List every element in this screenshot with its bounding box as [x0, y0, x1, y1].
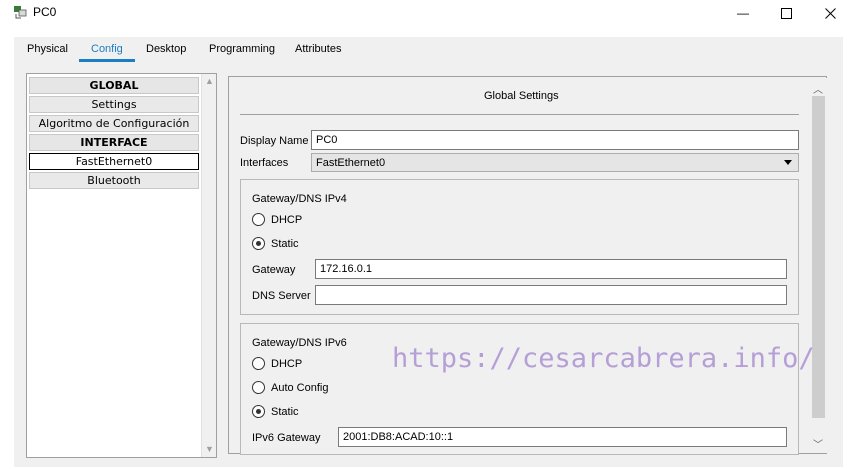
interfaces-label: Interfaces: [240, 157, 289, 169]
interfaces-select[interactable]: FastEthernet0: [311, 153, 799, 172]
ipv4-dhcp-label[interactable]: DHCP: [271, 214, 302, 226]
dns-server-input[interactable]: [315, 285, 787, 305]
tab-desktop[interactable]: Desktop: [146, 43, 186, 55]
gateway-label: Gateway: [252, 264, 296, 276]
display-name-label: Display Name: [240, 135, 309, 147]
ipv6-static-radio[interactable]: [252, 405, 265, 418]
tab-bar: Physical Config Desktop Programming Attr…: [14, 37, 843, 62]
dns-server-label: DNS Server: [252, 290, 311, 302]
watermark-text: https://cesarcabrera.info/: [392, 343, 815, 374]
divider: [240, 114, 799, 115]
sidebar-item-settings[interactable]: Settings: [29, 96, 199, 113]
tab-attributes[interactable]: Attributes: [295, 43, 341, 55]
scroll-down-icon[interactable]: ▼: [205, 444, 214, 454]
section-title: Global Settings: [484, 90, 559, 102]
ipv6-gateway-input[interactable]: 2001:DB8:ACAD:10::1: [338, 427, 787, 447]
sidebar-scrollbar[interactable]: ▲ ▼: [201, 74, 216, 457]
sidebar-item-fastethernet0[interactable]: FastEthernet0: [29, 153, 199, 170]
sidebar-item-algorithm[interactable]: Algoritmo de Configuración: [29, 115, 199, 132]
ipv6-group-title: Gateway/DNS IPv6: [252, 337, 347, 349]
minimize-button[interactable]: —: [720, 0, 766, 26]
scroll-up-icon[interactable]: ︿: [813, 81, 823, 96]
sidebar-header-global: GLOBAL: [29, 77, 199, 94]
ipv6-dhcp-label[interactable]: DHCP: [271, 358, 302, 370]
window-title: PC0: [33, 5, 57, 19]
tab-programming[interactable]: Programming: [209, 43, 275, 55]
close-icon: [824, 7, 836, 19]
tab-config[interactable]: Config: [91, 43, 123, 55]
tab-physical[interactable]: Physical: [27, 43, 68, 55]
ipv6-dhcp-radio[interactable]: [252, 357, 265, 370]
ipv6-gateway-label: IPv6 Gateway: [252, 432, 321, 444]
ipv4-dhcp-radio[interactable]: [252, 213, 265, 226]
ipv4-static-label[interactable]: Static: [271, 238, 299, 250]
ipv6-auto-config-radio[interactable]: [252, 381, 265, 394]
minimize-icon: —: [737, 6, 749, 20]
sidebar-header-interface: INTERFACE: [29, 134, 199, 151]
interfaces-select-value: FastEthernet0: [316, 157, 386, 169]
ipv6-static-label[interactable]: Static: [271, 406, 299, 418]
ipv4-group-title: Gateway/DNS IPv4: [252, 193, 347, 205]
ipv6-auto-config-label[interactable]: Auto Config: [271, 382, 328, 394]
ipv4-static-radio[interactable]: [252, 237, 265, 250]
title-bar: PC0 —: [0, 0, 847, 26]
gateway-input[interactable]: 172.16.0.1: [315, 259, 787, 279]
close-button[interactable]: [807, 0, 847, 26]
chevron-down-icon: [784, 160, 792, 165]
packet-tracer-pc-icon: [14, 6, 27, 19]
maximize-icon: [780, 7, 792, 19]
settings-scrollbar[interactable]: ︿ ﹀: [810, 78, 827, 453]
scroll-down-icon[interactable]: ﹀: [813, 436, 823, 451]
scroll-up-icon[interactable]: ▲: [205, 76, 214, 86]
maximize-button[interactable]: [763, 0, 809, 26]
sidebar-item-bluetooth[interactable]: Bluetooth: [29, 172, 199, 189]
display-name-input[interactable]: PC0: [311, 130, 799, 150]
